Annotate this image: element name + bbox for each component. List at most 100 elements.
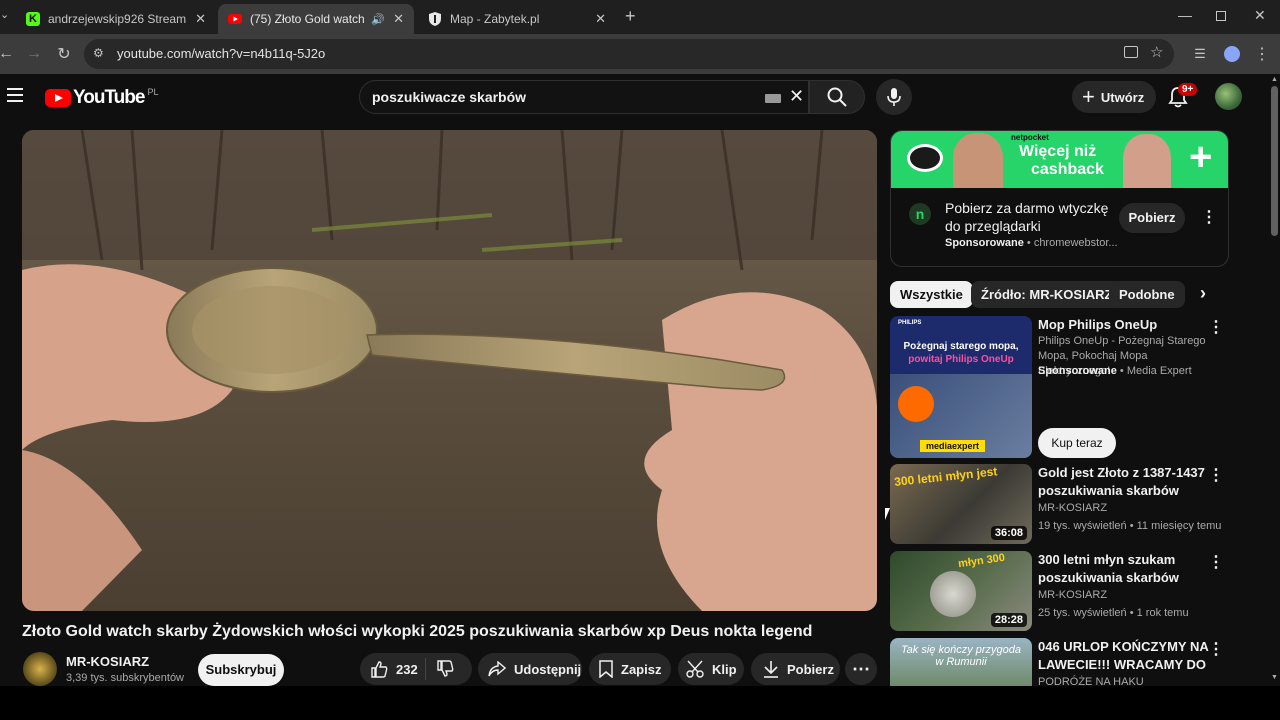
back-icon[interactable]: ← <box>0 42 18 66</box>
bookmark-star-icon[interactable]: ☆ <box>1150 43 1163 61</box>
voice-search-button[interactable] <box>876 79 912 115</box>
close-tab-icon[interactable]: ✕ <box>393 11 404 27</box>
like-button[interactable]: 232 <box>360 658 426 680</box>
video-thumbnail[interactable]: Tak się kończy przygoda w Rumunii <box>890 638 1032 686</box>
sponsored-ad-card[interactable]: netpocket Więcej niż cashback + n Pobier… <box>890 130 1229 267</box>
video-menu-icon[interactable]: ⋮ <box>1208 642 1224 658</box>
save-button[interactable]: Zapisz <box>589 653 671 685</box>
install-app-icon[interactable] <box>1124 46 1138 58</box>
tab-search-menu-icon[interactable]: ☰ <box>1188 42 1212 66</box>
browser-tab-youtube[interactable]: (75) Złoto Gold watch skarb 🔊 ✕ <box>218 4 414 34</box>
thumb-text-2: powitaj Philips OneUp <box>908 354 1014 365</box>
thumbs-down-icon <box>437 660 454 677</box>
thumb-brand: PHILIPS <box>898 320 922 326</box>
chip-similar[interactable]: Podobne <box>1109 281 1185 308</box>
related-video-title[interactable]: Gold jest Złoto z 1387-1437 poszukiwania… <box>1038 464 1210 500</box>
page-scrollbar[interactable]: ▲ ▼ <box>1269 74 1280 686</box>
video-title: Złoto Gold watch skarby Żydowskich włośc… <box>22 623 813 640</box>
profile-icon[interactable] <box>1220 42 1244 66</box>
search-input[interactable]: poszukiwacze skarbów ✕ <box>359 80 809 114</box>
download-icon <box>764 661 778 678</box>
chips-next-icon[interactable]: › <box>1200 283 1206 304</box>
share-button[interactable]: Udostępnij <box>478 653 582 685</box>
youtube-logo[interactable]: YouTube PL <box>45 87 158 109</box>
youtube-page: YouTube PL poszukiwacze skarbów ✕ + Utwó… <box>0 74 1280 686</box>
ad-brand: netpocket <box>1011 133 1049 142</box>
scrollbar-thumb[interactable] <box>1271 86 1278 236</box>
related-channel[interactable]: MR-KOSIARZ <box>1038 502 1107 514</box>
reload-icon[interactable]: ↻ <box>52 42 76 66</box>
thumb-text-1: Pożegnaj starego mopa, <box>903 341 1019 352</box>
video-player[interactable] <box>22 130 877 611</box>
related-video-title[interactable]: 300 letni młyn szukam poszukiwania skarb… <box>1038 551 1210 587</box>
subscriber-count: 3,39 tys. subskrybentów <box>66 672 185 684</box>
sponsored-label: Sponsorowane <box>1038 365 1117 377</box>
video-menu-icon[interactable]: ⋮ <box>1208 555 1224 571</box>
ad-banner-image[interactable]: netpocket Więcej niż cashback + <box>891 131 1228 188</box>
chip-all[interactable]: Wszystkie <box>890 281 973 308</box>
sponsored-thumbnail[interactable]: PHILIPS Pożegnaj starego mopa, powitaj P… <box>890 316 1032 458</box>
buy-now-button[interactable]: Kup teraz <box>1038 428 1116 458</box>
create-button[interactable]: + Utwórz <box>1072 81 1156 113</box>
like-dislike-group: 232 <box>360 653 472 685</box>
tab-title: andrzejewskip926 Stream - Wat <box>48 12 187 26</box>
video-thumbnail[interactable]: młyn 300 28:28 <box>890 551 1032 631</box>
sponsored-label: Sponsorowane <box>945 237 1024 249</box>
search-button[interactable] <box>809 80 865 114</box>
logo-text: YouTube <box>73 87 145 108</box>
ad-person-2 <box>1123 134 1171 188</box>
speaker-icon[interactable]: 🔊 <box>371 13 385 26</box>
related-channel[interactable]: PODRÓŻE NA HAKU <box>1038 676 1144 686</box>
forward-icon[interactable]: → <box>22 42 46 66</box>
clear-search-icon[interactable]: ✕ <box>789 86 804 107</box>
related-video-item[interactable]: Tak się kończy przygoda w Rumunii 046 UR… <box>890 638 1230 686</box>
kick-favicon-icon: K <box>26 12 40 26</box>
tab-search-icon[interactable]: ⌄ <box>0 8 12 26</box>
avatar[interactable] <box>1215 83 1242 110</box>
coin-icon <box>907 144 943 172</box>
save-label: Zapisz <box>621 661 662 677</box>
site-info-icon[interactable]: ⚙ <box>93 46 104 60</box>
scroll-down-icon[interactable]: ▼ <box>1271 674 1278 681</box>
browser-menu-icon[interactable]: ⋮ <box>1250 42 1274 66</box>
browser-tab-stream[interactable]: K andrzejewskip926 Stream - Wat ✕ <box>16 4 216 34</box>
minimize-icon[interactable]: — <box>1178 7 1192 23</box>
like-count: 232 <box>396 661 418 677</box>
notifications-button[interactable]: 9+ <box>1168 83 1198 110</box>
close-tab-icon[interactable]: ✕ <box>595 11 606 27</box>
close-tab-icon[interactable]: ✕ <box>195 11 206 27</box>
search-query[interactable]: poszukiwacze skarbów <box>372 89 526 105</box>
new-tab-button[interactable]: + <box>625 6 636 27</box>
address-bar[interactable]: ⚙ youtube.com/watch?v=n4b11q-5J2o ☆ <box>84 39 1174 69</box>
coin-image <box>930 571 976 617</box>
channel-avatar[interactable] <box>23 652 57 686</box>
video-menu-icon[interactable]: ⋮ <box>1208 468 1224 484</box>
download-button[interactable]: Pobierz <box>751 653 840 685</box>
scissors-icon <box>686 660 704 678</box>
keyboard-icon[interactable] <box>765 94 781 103</box>
sponsored-video-item[interactable]: PHILIPS Pożegnaj starego mopa, powitaj P… <box>890 316 1230 460</box>
chip-source[interactable]: Źródło: MR-KOSIARZ <box>971 281 1123 308</box>
ad-logo-icon: n <box>909 203 931 225</box>
related-video-title[interactable]: 046 URLOP KOŃCZYMY NA LAWECIE!!! WRACAMY… <box>1038 638 1210 674</box>
channel-name[interactable]: MR-KOSIARZ <box>66 654 149 669</box>
restore-icon[interactable] <box>1216 11 1226 21</box>
more-actions-button[interactable]: ⋯ <box>845 653 877 685</box>
related-video-item[interactable]: młyn 300 28:28 300 letni młyn szukam pos… <box>890 551 1230 633</box>
url-text[interactable]: youtube.com/watch?v=n4b11q-5J2o <box>117 46 325 61</box>
clip-button[interactable]: Klip <box>678 653 744 685</box>
browser-tab-bar: ⌄ K andrzejewskip926 Stream - Wat ✕ (75)… <box>0 0 1280 34</box>
related-channel[interactable]: MR-KOSIARZ <box>1038 589 1107 601</box>
video-menu-icon[interactable]: ⋮ <box>1208 320 1224 336</box>
ad-menu-icon[interactable]: ⋮ <box>1201 207 1217 227</box>
sponsored-video-title[interactable]: Mop Philips OneUp <box>1038 316 1210 334</box>
close-window-icon[interactable]: ✕ <box>1254 7 1266 24</box>
video-thumbnail[interactable]: 300 letni młyn jest 36:08 <box>890 464 1032 544</box>
scroll-up-icon[interactable]: ▲ <box>1271 76 1278 83</box>
guide-menu-icon[interactable] <box>7 88 23 102</box>
subscribe-button[interactable]: Subskrybuj <box>198 654 284 686</box>
browser-tab-map[interactable]: Map - Zabytek.pl ✕ <box>418 4 616 34</box>
dislike-button[interactable] <box>426 660 462 678</box>
ad-cta-button[interactable]: Pobierz <box>1119 203 1185 233</box>
related-video-item[interactable]: 300 letni młyn jest 36:08 Gold jest Złot… <box>890 464 1230 546</box>
